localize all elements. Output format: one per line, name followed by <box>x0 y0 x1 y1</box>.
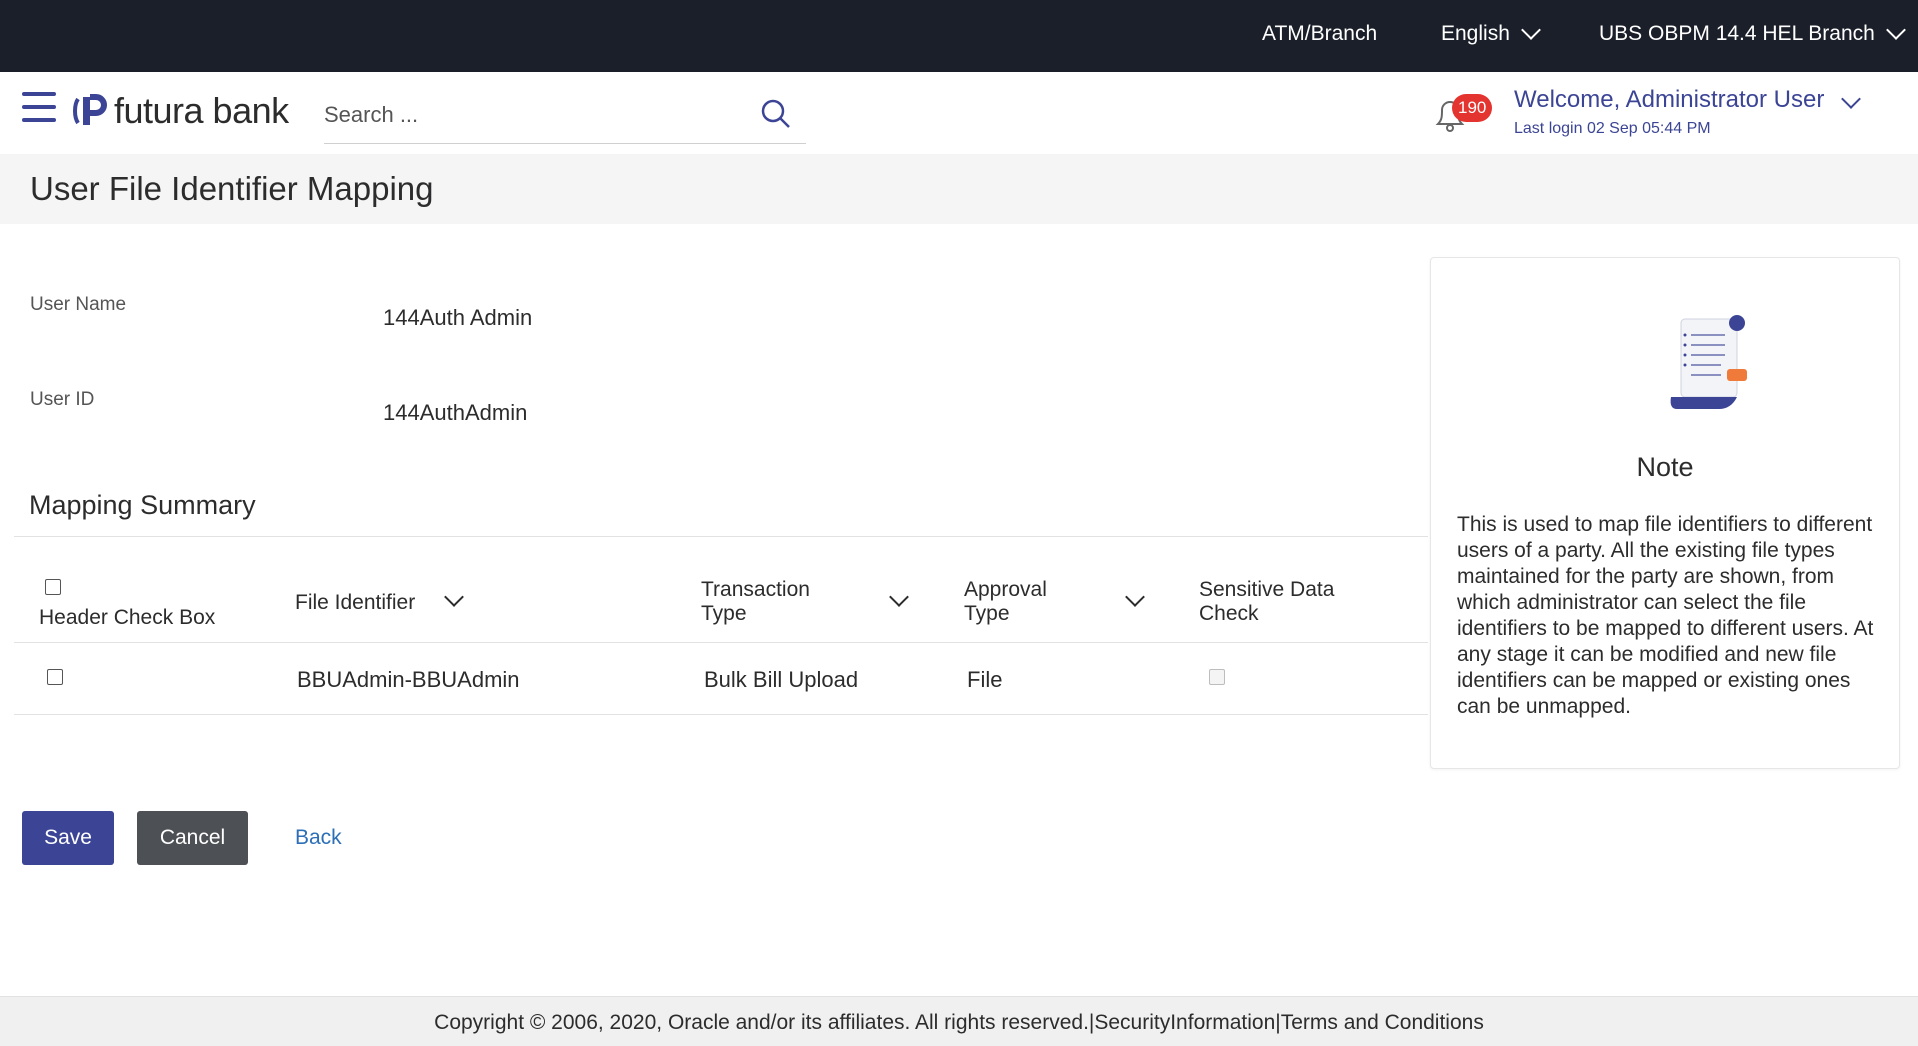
chevron-down-icon <box>1885 20 1906 40</box>
user-id-value: 144AuthAdmin <box>383 400 528 425</box>
language-label: English <box>1441 22 1510 45</box>
atm-branch-link[interactable]: ATM/Branch <box>1262 22 1377 46</box>
column-header-label: Transaction Type <box>701 578 810 625</box>
note-title: Note <box>1636 452 1694 482</box>
column-header-label: File Identifier <box>295 591 416 614</box>
search-icon[interactable] <box>760 98 792 130</box>
sensitive-data-checkbox <box>1209 669 1225 685</box>
divider <box>14 642 1428 643</box>
logo-text: futura bank <box>114 90 289 131</box>
chevron-down-icon <box>444 587 464 607</box>
column-header-sensitive-data: Sensitive Data Check <box>1199 578 1335 625</box>
welcome-text: Welcome, Administrator User <box>1514 86 1825 113</box>
atm-branch-label: ATM/Branch <box>1262 22 1378 45</box>
cell-transaction-type: Bulk Bill Upload <box>704 667 859 692</box>
top-bar: ATM/Branch English UBS OBPM 14.4 HEL Bra… <box>0 0 1918 72</box>
logo[interactable]: futura bank <box>72 90 289 132</box>
chevron-down-icon[interactable] <box>1841 89 1861 109</box>
menu-icon[interactable] <box>22 92 56 122</box>
search-input[interactable] <box>324 98 744 132</box>
page-title: User File Identifier Mapping <box>30 170 434 207</box>
header-checkbox[interactable] <box>45 579 61 595</box>
note-panel: Note This is used to map file identifier… <box>1430 257 1900 769</box>
language-dropdown[interactable]: English <box>1441 20 1541 46</box>
header: futura bank 190 Welcome, Administrator U… <box>0 72 1918 154</box>
branch-dropdown[interactable]: UBS OBPM 14.4 HEL Branch <box>1599 20 1906 46</box>
save-button[interactable]: Save <box>22 811 114 865</box>
divider <box>14 714 1428 715</box>
chevron-down-icon <box>1125 587 1145 607</box>
document-icon <box>1670 315 1747 409</box>
user-name-label: User Name <box>30 294 127 315</box>
user-menu[interactable]: Welcome, Administrator User Last login 0… <box>1514 86 1824 138</box>
column-header-label: Approval Type <box>964 578 1047 625</box>
footer: Copyright © 2006, 2020, Oracle and/or it… <box>0 996 1918 1046</box>
divider <box>14 536 1428 537</box>
last-login-text: Last login 02 Sep 05:44 PM <box>1514 120 1711 137</box>
notification-badge[interactable]: 190 <box>1452 94 1493 122</box>
back-link[interactable]: Back <box>295 826 342 850</box>
search-box <box>324 88 806 144</box>
row-checkbox[interactable] <box>47 669 63 685</box>
cell-file-identifier: BBUAdmin-BBUAdmin <box>297 667 520 692</box>
note-text: This is used to map file identifiers to … <box>1457 513 1874 718</box>
section-title: Mapping Summary <box>29 490 256 520</box>
title-bar: User File Identifier Mapping <box>0 154 1918 224</box>
cancel-button[interactable]: Cancel <box>137 811 248 865</box>
user-id-label: User ID <box>30 389 95 410</box>
column-header-check: Header Check Box <box>39 606 216 629</box>
branch-label: UBS OBPM 14.4 HEL Branch <box>1599 22 1875 45</box>
footer-copyright: Copyright © 2006, 2020, Oracle and/or it… <box>434 1011 1484 1034</box>
logo-icon <box>73 94 107 125</box>
cell-approval-type: File <box>967 667 1003 692</box>
user-name-value: 144Auth Admin <box>383 305 533 330</box>
chevron-down-icon <box>1520 20 1541 40</box>
chevron-down-icon <box>889 587 909 607</box>
